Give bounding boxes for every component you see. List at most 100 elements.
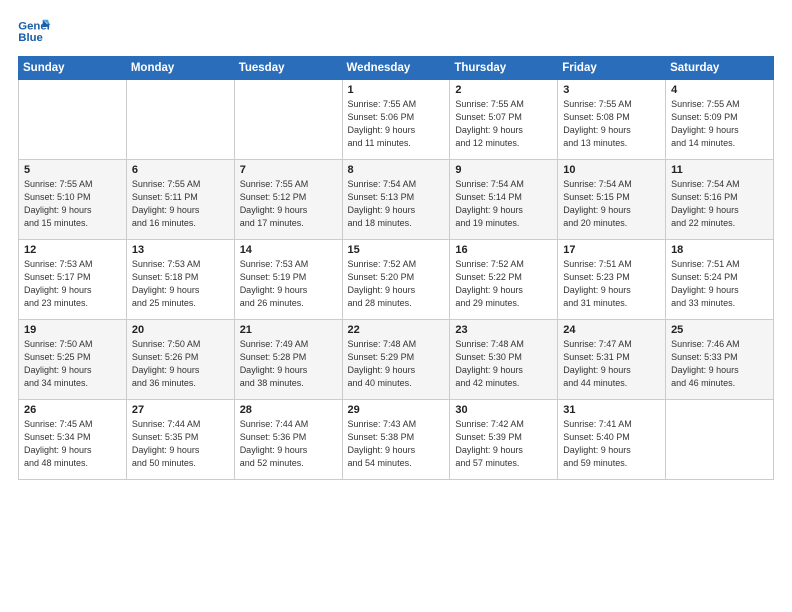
day-number: 27 (132, 404, 229, 416)
calendar-week-4: 19 Sunrise: 7:50 AM Sunset: 5:25 PM Dayli… (19, 320, 774, 400)
day-info: Sunrise: 7:53 AM Sunset: 5:19 PM Dayligh… (240, 258, 337, 310)
calendar-cell: 27 Sunrise: 7:44 AM Sunset: 5:35 PM Dayli… (126, 400, 234, 480)
calendar-week-1: 1 Sunrise: 7:55 AM Sunset: 5:06 PM Daylig… (19, 80, 774, 160)
calendar-week-3: 12Sunrise: 7:53 AM Sunset: 5:17 PM Dayli… (19, 240, 774, 320)
calendar-cell (234, 80, 342, 160)
calendar-cell: 17Sunrise: 7:51 AM Sunset: 5:23 PM Dayli… (558, 240, 666, 320)
day-number: 26 (24, 404, 121, 416)
calendar-cell: 30 Sunrise: 7:42 AM Sunset: 5:39 PM Dayli… (450, 400, 558, 480)
header: General Blue (18, 18, 774, 46)
day-number: 19 (24, 324, 121, 336)
calendar-cell: 4Sunrise: 7:55 AM Sunset: 5:09 PM Daylig… (666, 80, 774, 160)
day-info: Sunrise: 7:55 AM Sunset: 5:08 PM Dayligh… (563, 98, 660, 150)
day-number: 28 (240, 404, 337, 416)
weekday-header-thursday: Thursday (450, 57, 558, 80)
day-number: 21 (240, 324, 337, 336)
day-number: 1 (348, 84, 445, 96)
calendar-cell: 7 Sunrise: 7:55 AM Sunset: 5:12 PM Daylig… (234, 160, 342, 240)
day-number: 13 (132, 244, 229, 256)
calendar-cell: 20 Sunrise: 7:50 AM Sunset: 5:26 PM Dayli… (126, 320, 234, 400)
calendar-cell: 1 Sunrise: 7:55 AM Sunset: 5:06 PM Daylig… (342, 80, 450, 160)
day-number: 20 (132, 324, 229, 336)
calendar-cell (666, 400, 774, 480)
day-number: 16 (455, 244, 552, 256)
day-number: 18 (671, 244, 768, 256)
day-info: Sunrise: 7:52 AM Sunset: 5:22 PM Dayligh… (455, 258, 552, 310)
day-number: 22 (348, 324, 445, 336)
calendar-cell: 21 Sunrise: 7:49 AM Sunset: 5:28 PM Dayli… (234, 320, 342, 400)
day-number: 14 (240, 244, 337, 256)
calendar-cell: 9 Sunrise: 7:54 AM Sunset: 5:14 PM Daylig… (450, 160, 558, 240)
weekday-header-tuesday: Tuesday (234, 57, 342, 80)
day-info: Sunrise: 7:53 AM Sunset: 5:18 PM Dayligh… (132, 258, 229, 310)
day-info: Sunrise: 7:48 AM Sunset: 5:30 PM Dayligh… (455, 338, 552, 390)
calendar-cell: 6 Sunrise: 7:55 AM Sunset: 5:11 PM Daylig… (126, 160, 234, 240)
calendar-week-5: 26 Sunrise: 7:45 AM Sunset: 5:34 PM Dayli… (19, 400, 774, 480)
calendar-cell: 11Sunrise: 7:54 AM Sunset: 5:16 PM Dayli… (666, 160, 774, 240)
calendar-cell: 28Sunrise: 7:44 AM Sunset: 5:36 PM Dayli… (234, 400, 342, 480)
day-info: Sunrise: 7:50 AM Sunset: 5:26 PM Dayligh… (132, 338, 229, 390)
weekday-header-monday: Monday (126, 57, 234, 80)
day-info: Sunrise: 7:54 AM Sunset: 5:14 PM Dayligh… (455, 178, 552, 230)
logo: General Blue (18, 18, 50, 46)
calendar-cell: 24Sunrise: 7:47 AM Sunset: 5:31 PM Dayli… (558, 320, 666, 400)
calendar-cell: 16 Sunrise: 7:52 AM Sunset: 5:22 PM Dayli… (450, 240, 558, 320)
day-number: 6 (132, 164, 229, 176)
weekday-header-wednesday: Wednesday (342, 57, 450, 80)
day-number: 11 (671, 164, 768, 176)
day-number: 31 (563, 404, 660, 416)
calendar-cell: 18 Sunrise: 7:51 AM Sunset: 5:24 PM Dayli… (666, 240, 774, 320)
day-number: 15 (348, 244, 445, 256)
calendar-cell: 8Sunrise: 7:54 AM Sunset: 5:13 PM Daylig… (342, 160, 450, 240)
day-number: 9 (455, 164, 552, 176)
day-info: Sunrise: 7:55 AM Sunset: 5:07 PM Dayligh… (455, 98, 552, 150)
weekday-header-saturday: Saturday (666, 57, 774, 80)
calendar-week-2: 5 Sunrise: 7:55 AM Sunset: 5:10 PM Daylig… (19, 160, 774, 240)
calendar-cell: 14 Sunrise: 7:53 AM Sunset: 5:19 PM Dayli… (234, 240, 342, 320)
logo-icon: General Blue (18, 18, 50, 46)
day-info: Sunrise: 7:55 AM Sunset: 5:11 PM Dayligh… (132, 178, 229, 230)
day-info: Sunrise: 7:55 AM Sunset: 5:06 PM Dayligh… (348, 98, 445, 150)
page: General Blue SundayMondayTuesdayWednesda… (0, 0, 792, 612)
calendar-cell: 12Sunrise: 7:53 AM Sunset: 5:17 PM Dayli… (19, 240, 127, 320)
day-number: 2 (455, 84, 552, 96)
calendar-cell: 2 Sunrise: 7:55 AM Sunset: 5:07 PM Daylig… (450, 80, 558, 160)
day-info: Sunrise: 7:46 AM Sunset: 5:33 PM Dayligh… (671, 338, 768, 390)
calendar-cell: 22Sunrise: 7:48 AM Sunset: 5:29 PM Dayli… (342, 320, 450, 400)
day-info: Sunrise: 7:54 AM Sunset: 5:13 PM Dayligh… (348, 178, 445, 230)
day-info: Sunrise: 7:55 AM Sunset: 5:12 PM Dayligh… (240, 178, 337, 230)
day-number: 30 (455, 404, 552, 416)
day-info: Sunrise: 7:44 AM Sunset: 5:35 PM Dayligh… (132, 418, 229, 470)
day-info: Sunrise: 7:54 AM Sunset: 5:15 PM Dayligh… (563, 178, 660, 230)
day-info: Sunrise: 7:52 AM Sunset: 5:20 PM Dayligh… (348, 258, 445, 310)
day-info: Sunrise: 7:50 AM Sunset: 5:25 PM Dayligh… (24, 338, 121, 390)
day-number: 7 (240, 164, 337, 176)
day-info: Sunrise: 7:51 AM Sunset: 5:23 PM Dayligh… (563, 258, 660, 310)
calendar-cell (126, 80, 234, 160)
calendar-cell: 10Sunrise: 7:54 AM Sunset: 5:15 PM Dayli… (558, 160, 666, 240)
calendar-cell: 19 Sunrise: 7:50 AM Sunset: 5:25 PM Dayli… (19, 320, 127, 400)
weekday-header-sunday: Sunday (19, 57, 127, 80)
day-number: 3 (563, 84, 660, 96)
calendar-cell (19, 80, 127, 160)
day-info: Sunrise: 7:55 AM Sunset: 5:09 PM Dayligh… (671, 98, 768, 150)
calendar-table: SundayMondayTuesdayWednesdayThursdayFrid… (18, 56, 774, 480)
calendar-cell: 13 Sunrise: 7:53 AM Sunset: 5:18 PM Dayli… (126, 240, 234, 320)
day-number: 12 (24, 244, 121, 256)
day-number: 25 (671, 324, 768, 336)
calendar-cell: 29Sunrise: 7:43 AM Sunset: 5:38 PM Dayli… (342, 400, 450, 480)
day-info: Sunrise: 7:43 AM Sunset: 5:38 PM Dayligh… (348, 418, 445, 470)
day-info: Sunrise: 7:45 AM Sunset: 5:34 PM Dayligh… (24, 418, 121, 470)
calendar-cell: 31Sunrise: 7:41 AM Sunset: 5:40 PM Dayli… (558, 400, 666, 480)
day-number: 24 (563, 324, 660, 336)
calendar-cell: 3 Sunrise: 7:55 AM Sunset: 5:08 PM Daylig… (558, 80, 666, 160)
calendar-cell: 15 Sunrise: 7:52 AM Sunset: 5:20 PM Dayli… (342, 240, 450, 320)
day-info: Sunrise: 7:55 AM Sunset: 5:10 PM Dayligh… (24, 178, 121, 230)
svg-text:Blue: Blue (18, 32, 43, 44)
calendar-cell: 23Sunrise: 7:48 AM Sunset: 5:30 PM Dayli… (450, 320, 558, 400)
day-info: Sunrise: 7:49 AM Sunset: 5:28 PM Dayligh… (240, 338, 337, 390)
day-info: Sunrise: 7:51 AM Sunset: 5:24 PM Dayligh… (671, 258, 768, 310)
calendar-cell: 26 Sunrise: 7:45 AM Sunset: 5:34 PM Dayli… (19, 400, 127, 480)
day-number: 5 (24, 164, 121, 176)
day-info: Sunrise: 7:42 AM Sunset: 5:39 PM Dayligh… (455, 418, 552, 470)
